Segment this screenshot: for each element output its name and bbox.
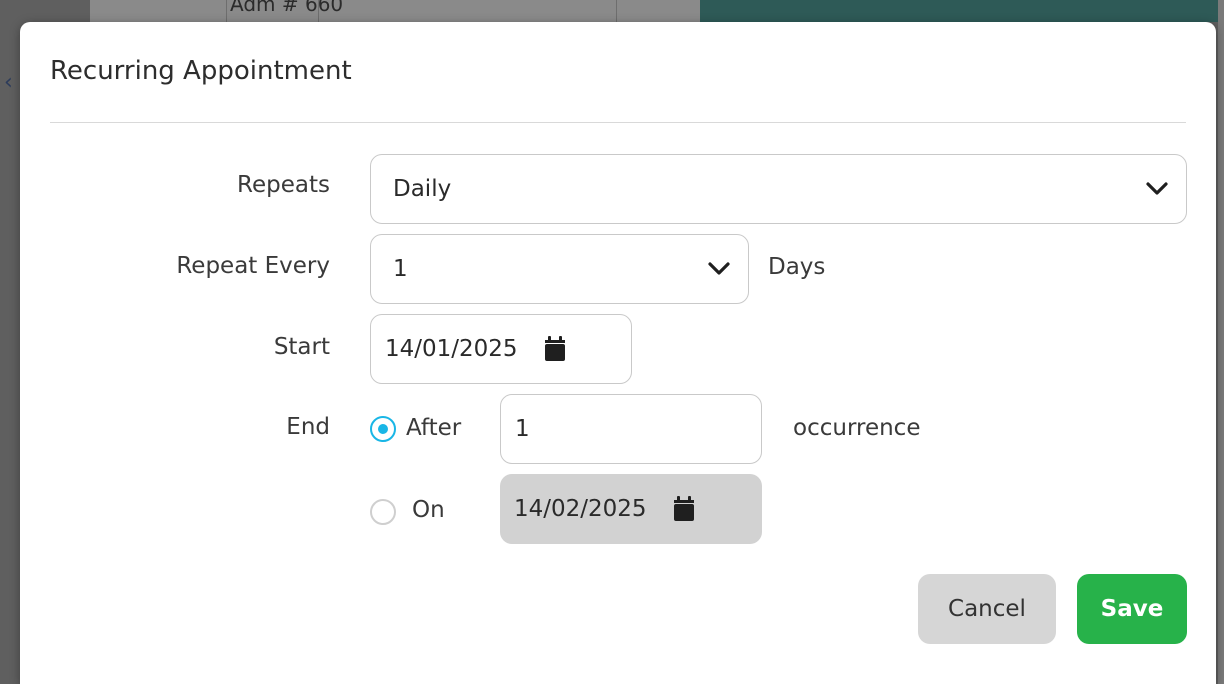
recurring-appointment-dialog: Recurring Appointment Repeats Daily Repe…	[20, 22, 1216, 684]
background-right-edge	[1218, 0, 1224, 684]
start-date-value: 14/01/2025	[385, 336, 518, 362]
end-after-radio[interactable]	[370, 416, 396, 442]
occurrence-value: 1	[515, 416, 530, 442]
chevron-down-icon	[708, 262, 730, 275]
background-header-row	[90, 0, 700, 22]
repeats-value: Daily	[393, 176, 452, 202]
cancel-button[interactable]: Cancel	[918, 574, 1056, 644]
title-divider	[50, 122, 1186, 123]
end-date-field: 14/02/2025	[500, 474, 762, 544]
end-after-label: After	[406, 415, 462, 441]
repeat-every-select[interactable]: 1	[370, 234, 749, 304]
end-on-label: On	[412, 497, 445, 523]
background-adm-label: Adm # 660	[230, 0, 344, 16]
start-label: Start	[273, 334, 330, 360]
repeats-select[interactable]: Daily	[370, 154, 1187, 224]
end-on-radio[interactable]	[370, 499, 396, 525]
repeat-every-unit: Days	[768, 254, 826, 280]
occurrence-input[interactable]: 1	[500, 394, 762, 464]
end-label: End	[286, 414, 330, 440]
calendar-icon	[673, 496, 694, 521]
calendar-icon[interactable]	[544, 336, 566, 362]
chevron-down-icon	[1146, 182, 1168, 195]
save-button[interactable]: Save	[1077, 574, 1187, 644]
repeats-label: Repeats	[237, 172, 330, 198]
end-date-value: 14/02/2025	[514, 496, 647, 522]
background-teal-bar	[700, 0, 1224, 22]
repeat-every-value: 1	[393, 256, 408, 282]
repeat-every-label: Repeat Every	[176, 253, 330, 279]
dialog-title: Recurring Appointment	[50, 56, 352, 86]
background-back-chevron-icon: ‹	[4, 70, 13, 95]
occurrence-unit: occurrence	[793, 415, 921, 441]
start-date-field[interactable]: 14/01/2025	[370, 314, 632, 384]
